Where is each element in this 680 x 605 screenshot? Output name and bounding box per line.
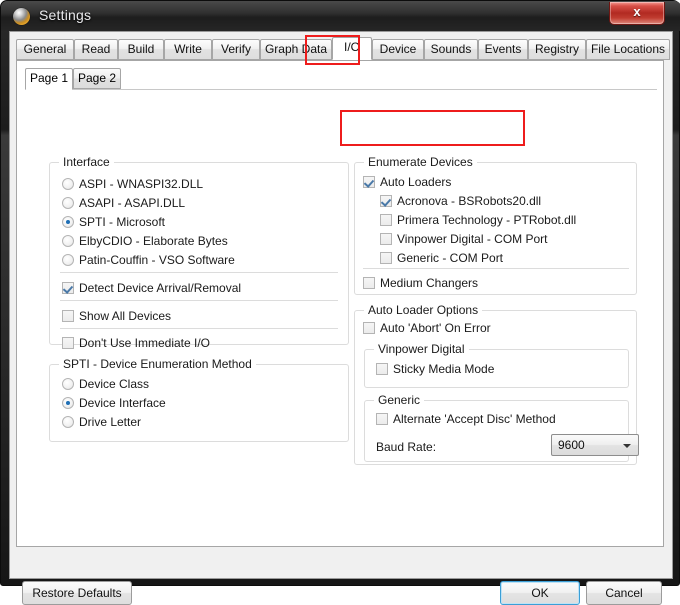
radio-indicator bbox=[62, 235, 74, 247]
checkbox-label: Sticky Media Mode bbox=[393, 362, 495, 376]
disc-icon bbox=[13, 8, 30, 25]
tab-registry[interactable]: Registry bbox=[528, 39, 586, 60]
interface-group-title: Interface bbox=[59, 155, 114, 169]
main-tab-strip: General Read Build Write Verify Graph Data I/O… bbox=[16, 37, 670, 61]
tab-read[interactable]: Read bbox=[74, 39, 118, 60]
radio-label: ElbyCDIO - Elaborate Bytes bbox=[79, 234, 228, 248]
tab-events[interactable]: Events bbox=[478, 39, 528, 60]
checkbox-indicator bbox=[376, 363, 388, 375]
radio-indicator bbox=[62, 378, 74, 390]
checkbox-label: Alternate 'Accept Disc' Method bbox=[393, 412, 556, 426]
window-title: Settings bbox=[39, 7, 92, 23]
checkbox-indicator bbox=[363, 176, 375, 188]
checkbox-label: Auto 'Abort' On Error bbox=[380, 321, 491, 335]
restore-defaults-button[interactable]: Restore Defaults bbox=[22, 581, 132, 605]
vinpower-group-title: Vinpower Digital bbox=[374, 342, 469, 356]
radio-indicator bbox=[62, 197, 74, 209]
radio-indicator bbox=[62, 416, 74, 428]
chevron-down-icon bbox=[623, 444, 631, 448]
title-bar: Settings x bbox=[1, 1, 680, 31]
spti-group-title: SPTI - Device Enumeration Method bbox=[59, 357, 256, 371]
checkbox-label: Medium Changers bbox=[380, 276, 479, 290]
enumerate-devices-group: Enumerate Devices Auto Loaders Acronova … bbox=[354, 155, 637, 295]
settings-window: Settings x General Read Build Write Verify Gr… bbox=[0, 0, 680, 605]
cancel-button[interactable]: Cancel bbox=[586, 581, 662, 605]
divider bbox=[60, 272, 338, 273]
checkbox-indicator bbox=[363, 277, 375, 289]
tab-sounds[interactable]: Sounds bbox=[424, 39, 478, 60]
tab-write[interactable]: Write bbox=[164, 39, 212, 60]
radio-indicator bbox=[62, 178, 74, 190]
generic-group: Generic Alternate 'Accept Disc' Method B… bbox=[364, 393, 639, 462]
radio-label: Device Interface bbox=[79, 396, 166, 410]
auto-loader-options-title: Auto Loader Options bbox=[364, 303, 483, 317]
checkbox-label: Acronova - BSRobots20.dll bbox=[397, 194, 542, 208]
spti-enumeration-group: SPTI - Device Enumeration Method Device … bbox=[49, 357, 349, 442]
sub-tab-underline bbox=[25, 89, 657, 90]
tab-file-locations[interactable]: File Locations bbox=[586, 39, 670, 60]
close-icon: x bbox=[633, 4, 641, 19]
checkbox-label: Generic - COM Port bbox=[397, 251, 504, 265]
close-button[interactable]: x bbox=[609, 2, 665, 25]
vinpower-digital-group: Vinpower Digital Sticky Media Mode bbox=[364, 342, 629, 388]
radio-label: ASPI - WNASPI32.DLL bbox=[79, 177, 204, 191]
enumerate-group-title: Enumerate Devices bbox=[364, 155, 477, 169]
divider bbox=[60, 300, 338, 301]
radio-indicator bbox=[62, 254, 74, 266]
radio-indicator bbox=[62, 216, 74, 228]
subtab-page-1[interactable]: Page 1 bbox=[25, 68, 73, 90]
checkbox-label: Detect Device Arrival/Removal bbox=[79, 281, 242, 295]
checkbox-indicator bbox=[62, 310, 74, 322]
radio-label: Device Class bbox=[79, 377, 150, 391]
baud-rate-text: Baud Rate: bbox=[376, 440, 437, 454]
radio-label: Patin-Couffin - VSO Software bbox=[79, 253, 235, 267]
tab-graph-data[interactable]: Graph Data bbox=[260, 39, 332, 60]
checkbox-indicator bbox=[376, 413, 388, 425]
checkbox-indicator bbox=[363, 322, 375, 334]
subtab-page-2[interactable]: Page 2 bbox=[73, 68, 121, 89]
checkbox-indicator bbox=[380, 233, 392, 245]
radio-indicator bbox=[62, 397, 74, 409]
radio-label: SPTI - Microsoft bbox=[79, 215, 166, 229]
io-tab-page: Page 1 Page 2 Interface ASPI - WNASPI32.D… bbox=[16, 60, 664, 547]
checkbox-indicator bbox=[380, 214, 392, 226]
tab-verify[interactable]: Verify bbox=[212, 39, 260, 60]
checkbox-indicator bbox=[380, 252, 392, 264]
baud-rate-value: 9600 bbox=[558, 438, 585, 452]
tab-device[interactable]: Device bbox=[372, 39, 424, 60]
checkbox-label: Vinpower Digital - COM Port bbox=[397, 232, 548, 246]
tab-build[interactable]: Build bbox=[118, 39, 164, 60]
tab-i-o[interactable]: I/O bbox=[332, 37, 372, 60]
checkbox-label: Primera Technology - PTRobot.dll bbox=[397, 213, 577, 227]
checkbox-indicator bbox=[62, 337, 74, 349]
generic-group-title: Generic bbox=[374, 393, 425, 407]
checkbox-indicator bbox=[380, 195, 392, 207]
radio-label: Drive Letter bbox=[79, 415, 142, 429]
auto-loader-options-group: Auto Loader Options Auto 'Abort' On Erro… bbox=[354, 303, 639, 465]
divider bbox=[363, 268, 629, 269]
baud-rate-select[interactable]: 9600 bbox=[551, 434, 639, 456]
radio-label: ASAPI - ASAPI.DLL bbox=[79, 196, 186, 210]
checkbox-label: Don't Use Immediate I/O bbox=[79, 336, 211, 350]
tab-general[interactable]: General bbox=[16, 39, 74, 60]
checkbox-indicator bbox=[62, 282, 74, 294]
client-area: General Read Build Write Verify Graph Data I/O… bbox=[9, 31, 673, 605]
divider bbox=[60, 328, 338, 329]
checkbox-label: Auto Loaders bbox=[380, 175, 452, 189]
interface-group: Interface ASPI - WNASPI32.DLL ASAPI - AS… bbox=[49, 155, 349, 350]
checkbox-label: Show All Devices bbox=[79, 309, 172, 323]
ok-button[interactable]: OK bbox=[500, 581, 580, 605]
